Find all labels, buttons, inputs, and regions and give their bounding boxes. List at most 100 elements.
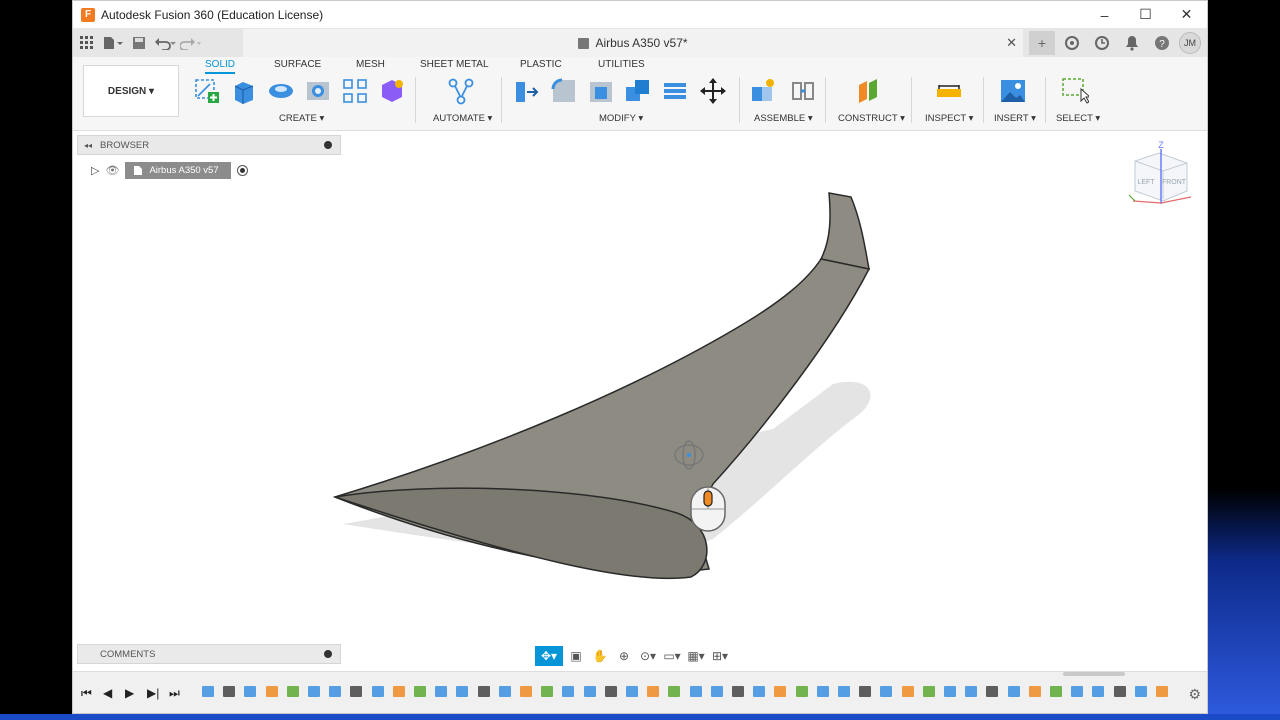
shell-icon[interactable] [587, 77, 615, 105]
create-sketch-icon[interactable] [193, 77, 221, 105]
redo-icon[interactable] [179, 31, 203, 55]
timeline-feature-sketch-icon[interactable] [964, 684, 979, 699]
fillet-icon[interactable] [550, 77, 578, 105]
timeline-feature-move-icon[interactable] [985, 684, 1000, 699]
add-comment-icon[interactable] [324, 650, 332, 658]
timeline-feature-fillet-icon[interactable] [901, 684, 916, 699]
group-inspect[interactable]: INSPECT ▾ [925, 113, 973, 124]
undo-icon[interactable] [153, 31, 177, 55]
display-settings-icon[interactable]: ▭▾ [661, 646, 683, 666]
viewports-icon[interactable]: ⊞▾ [709, 646, 731, 666]
timeline-feature-move-icon[interactable] [858, 684, 873, 699]
document-tab[interactable]: Airbus A350 v57* ✕ [243, 29, 1023, 57]
comments-panel-header[interactable]: COMMENTS [77, 644, 341, 664]
timeline-feature-extrude-icon[interactable] [879, 684, 894, 699]
timeline-feature-extrude-icon[interactable] [752, 684, 767, 699]
timeline-feature-sketch-icon[interactable] [710, 684, 725, 699]
offset-plane-icon[interactable] [855, 77, 883, 105]
extensions-icon[interactable] [1059, 31, 1085, 55]
timeline-feature-extrude-icon[interactable] [498, 684, 513, 699]
hole-icon[interactable] [304, 77, 332, 105]
timeline-feature-loft-icon[interactable] [434, 684, 449, 699]
minimize-button[interactable]: – [1084, 1, 1125, 29]
group-modify[interactable]: MODIFY ▾ [599, 113, 643, 124]
notifications-bell-icon[interactable] [1119, 31, 1145, 55]
timeline-feature-extrude-icon[interactable] [243, 684, 258, 699]
tab-surface[interactable]: SURFACE [274, 59, 321, 70]
timeline-feature-loft-icon[interactable] [816, 684, 831, 699]
save-icon[interactable] [127, 31, 151, 55]
timeline-feature-fillet-icon[interactable] [1155, 684, 1170, 699]
group-select[interactable]: SELECT ▾ [1056, 113, 1100, 124]
timeline-feature-fillet-icon[interactable] [392, 684, 407, 699]
timeline-feature-plane-icon[interactable] [540, 684, 555, 699]
job-status-icon[interactable] [1089, 31, 1115, 55]
create-form-icon[interactable] [378, 77, 406, 105]
timeline-feature-plane-icon[interactable] [667, 684, 682, 699]
automate-icon[interactable] [447, 77, 475, 105]
file-menu-icon[interactable] [101, 31, 125, 55]
measure-icon[interactable] [935, 77, 963, 105]
timeline-feature-plane-icon[interactable] [286, 684, 301, 699]
timeline-feature-extrude-icon[interactable] [1007, 684, 1022, 699]
timeline-feature-move-icon[interactable] [604, 684, 619, 699]
timeline-feature-plane-icon[interactable] [795, 684, 810, 699]
timeline-feature-sketch-icon[interactable] [328, 684, 343, 699]
tab-sheet-metal[interactable]: SHEET METAL [420, 59, 489, 70]
timeline-feature-loft-icon[interactable] [561, 684, 576, 699]
timeline-feature-move-icon[interactable] [477, 684, 492, 699]
timeline-feature-sketch-icon[interactable] [1091, 684, 1106, 699]
timeline-feature-plane-icon[interactable] [922, 684, 937, 699]
tab-solid[interactable]: SOLID [205, 59, 236, 74]
viewcube-face-left[interactable]: LEFT [1137, 179, 1155, 186]
maximize-button[interactable]: ☐ [1125, 1, 1166, 29]
timeline-previous-icon[interactable]: ◀ [103, 686, 112, 700]
timeline-feature-loft-icon[interactable] [1070, 684, 1085, 699]
timeline-feature-loft-icon[interactable] [307, 684, 322, 699]
timeline-feature-sketch-icon[interactable] [583, 684, 598, 699]
timeline-first-icon[interactable]: ⏮ [81, 686, 92, 701]
timeline-feature-extrude-icon[interactable] [1134, 684, 1149, 699]
timeline-feature-loft-icon[interactable] [943, 684, 958, 699]
extrude-icon[interactable] [230, 77, 258, 105]
combine-icon[interactable] [624, 77, 652, 105]
data-panel-grid-icon[interactable] [75, 31, 99, 55]
move-copy-icon[interactable] [699, 77, 727, 105]
group-create[interactable]: CREATE ▾ [279, 113, 324, 124]
viewcube-face-front[interactable]: FRONT [1162, 179, 1187, 186]
timeline-settings-gear-icon[interactable]: ⚙ [1188, 686, 1201, 703]
timeline-feature-sketch-icon[interactable] [201, 684, 216, 699]
timeline-feature-sketch-icon[interactable] [837, 684, 852, 699]
timeline-feature-plane-icon[interactable] [1049, 684, 1064, 699]
grid-icon[interactable]: ▦▾ [685, 646, 707, 666]
window-select-icon[interactable] [1061, 77, 1089, 105]
timeline-feature-move-icon[interactable] [349, 684, 364, 699]
pattern-icon[interactable] [341, 77, 369, 105]
timeline-feature-fillet-icon[interactable] [265, 684, 280, 699]
view-cube[interactable]: Z LEFT FRONT [1128, 140, 1192, 204]
timeline-feature-fillet-icon[interactable] [1028, 684, 1043, 699]
group-insert[interactable]: INSERT ▾ [994, 113, 1036, 124]
offset-face-icon[interactable] [661, 77, 689, 105]
zoom-icon[interactable]: ⊕ [613, 646, 635, 666]
timeline-next-icon[interactable]: ▶| [147, 686, 159, 700]
close-button[interactable]: ✕ [1166, 1, 1207, 29]
close-document-icon[interactable]: ✕ [1006, 35, 1017, 51]
timeline-feature-extrude-icon[interactable] [371, 684, 386, 699]
help-icon[interactable]: ? [1149, 31, 1175, 55]
timeline-last-icon[interactable]: ⏭ [169, 686, 180, 701]
timeline-feature-loft-icon[interactable] [689, 684, 704, 699]
workspace-switcher[interactable]: DESIGN ▾ [83, 65, 179, 117]
revolve-icon[interactable] [267, 77, 295, 105]
joint-icon[interactable] [789, 77, 817, 105]
tab-utilities[interactable]: UTILITIES [598, 59, 645, 70]
user-avatar[interactable]: JM [1179, 32, 1201, 54]
timeline-feature-plane-icon[interactable] [413, 684, 428, 699]
press-pull-icon[interactable] [513, 77, 541, 105]
timeline-feature-fillet-icon[interactable] [646, 684, 661, 699]
timeline-feature-move-icon[interactable] [731, 684, 746, 699]
tab-plastic[interactable]: PLASTIC [520, 59, 562, 70]
pan-icon[interactable]: ✋ [589, 646, 611, 666]
group-construct[interactable]: CONSTRUCT ▾ [838, 113, 905, 124]
insert-canvas-icon[interactable] [999, 77, 1027, 105]
